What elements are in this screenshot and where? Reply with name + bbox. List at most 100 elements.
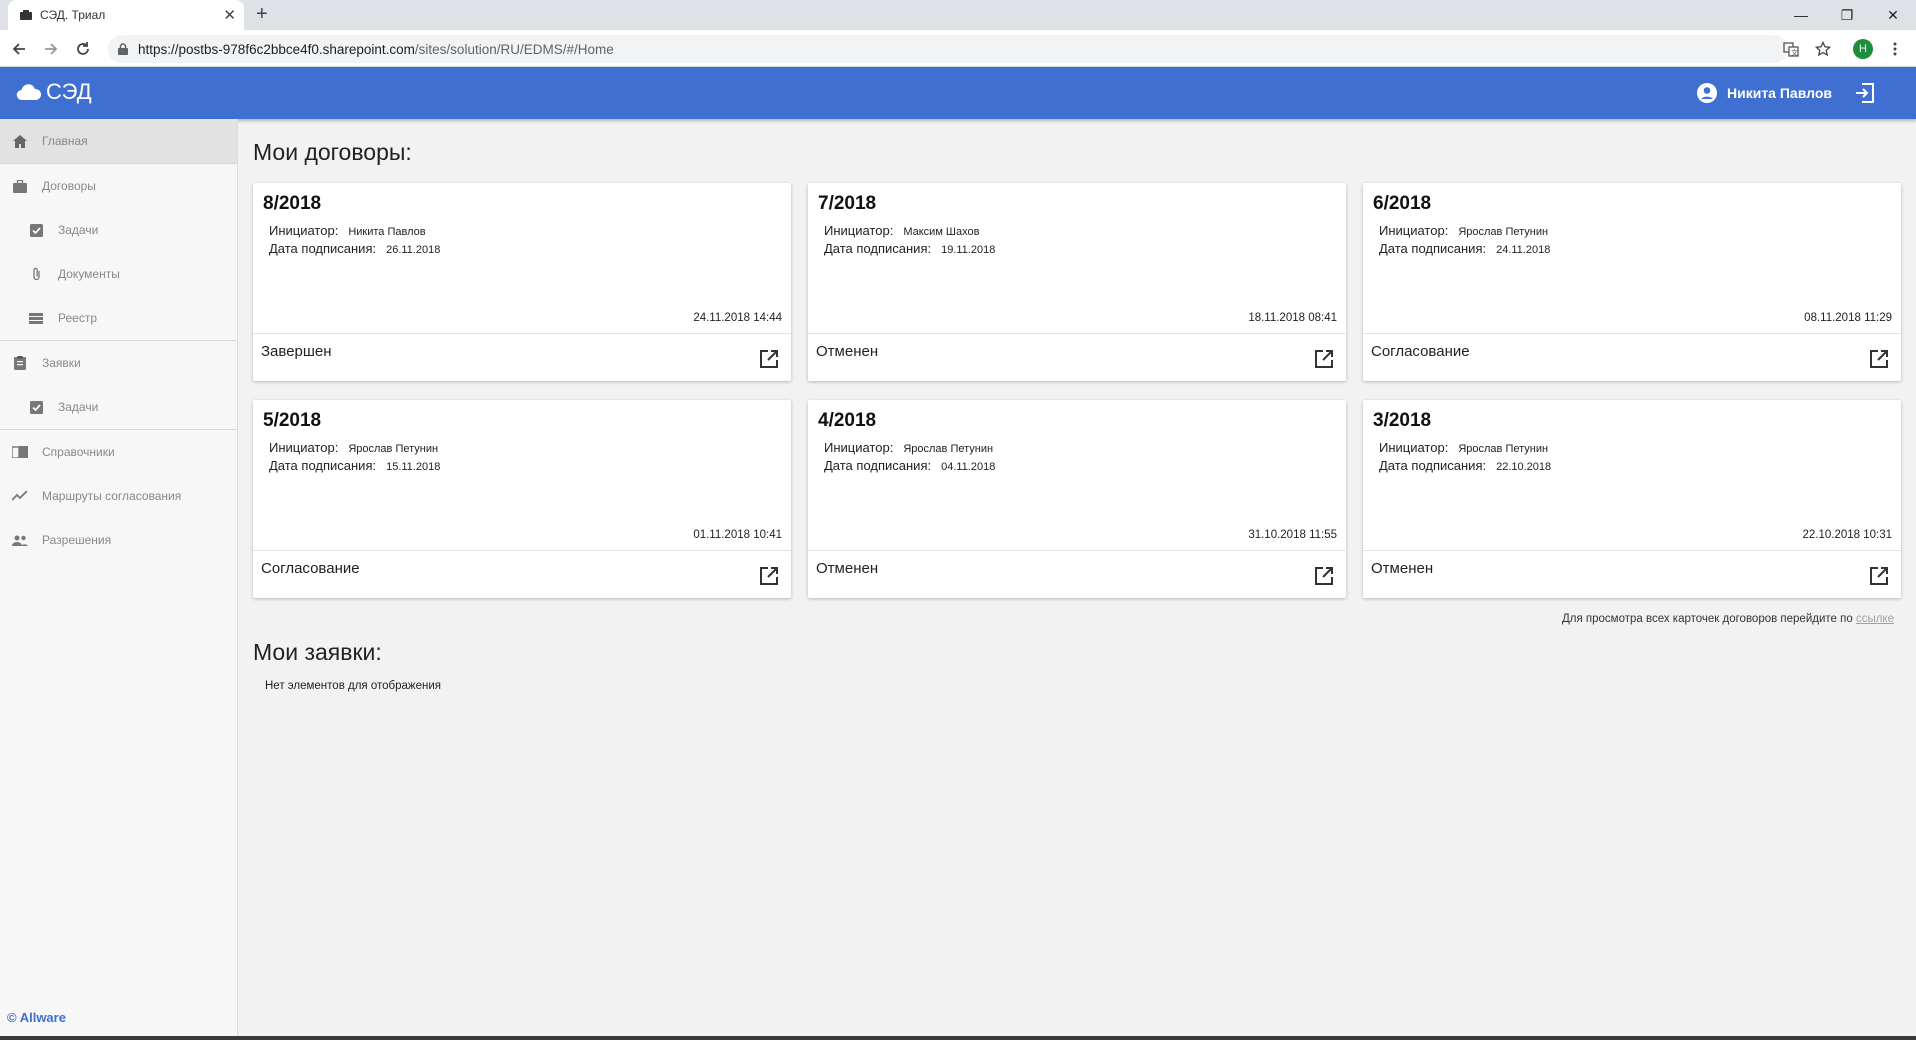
contract-number: 3/2018 <box>1373 410 1432 431</box>
briefcase-icon <box>12 178 28 194</box>
sidebar-item-contracts[interactable]: Договоры <box>0 164 237 208</box>
brand-name: СЭД <box>46 79 92 104</box>
forward-icon[interactable] <box>38 36 64 62</box>
sign-date-row: Дата подписания: 26.11.2018 <box>269 241 440 256</box>
checkbox-icon <box>28 399 44 415</box>
requests-heading: Мои заявки: <box>253 639 382 665</box>
initiator-label: Инициатор: <box>1379 223 1449 238</box>
user-menu[interactable]: Никита Павлов <box>1697 83 1832 103</box>
initiator-row: Инициатор: Ярослав Петунин <box>824 440 993 455</box>
sidebar-item-permissions[interactable]: Разрешения <box>0 518 237 562</box>
sidebar-item-request-tasks[interactable]: Задачи <box>0 385 237 429</box>
close-window-icon[interactable]: ✕ <box>1870 0 1916 30</box>
contract-card[interactable]: 5/2018 Инициатор: Ярослав Петунин Дата подп… <box>253 400 791 598</box>
close-tab-icon[interactable]: ✕ <box>223 6 236 24</box>
sign-date-value: 22.10.2018 <box>1496 461 1552 473</box>
sign-date-value: 15.11.2018 <box>386 461 441 473</box>
initiator-label: Инициатор: <box>269 440 339 455</box>
user-name: Никита Павлов <box>1727 85 1832 101</box>
initiator-row: Инициатор: Ярослав Петунин <box>1379 440 1548 455</box>
list-icon <box>28 310 44 326</box>
initiator-row: Инициатор: Ярослав Петунин <box>1379 223 1548 238</box>
sign-date-value: 19.11.2018 <box>941 244 996 256</box>
contract-status: Согласование <box>261 560 360 577</box>
contract-card[interactable]: 3/2018 Инициатор: Ярослав Петунин Дата подп… <box>1363 400 1901 598</box>
open-in-new-icon[interactable] <box>759 566 779 586</box>
open-in-new-icon[interactable] <box>1314 566 1334 586</box>
contract-status: Согласование <box>1371 343 1470 360</box>
open-in-new-icon[interactable] <box>1869 349 1889 369</box>
sign-date-label: Дата подписания: <box>269 458 377 473</box>
sidebar-item-documents[interactable]: Документы <box>0 252 237 296</box>
sidebar-item-approval-routes[interactable]: Маршруты согласования <box>0 474 237 518</box>
sign-date-value: 24.11.2018 <box>1496 244 1551 256</box>
contract-card[interactable]: 4/2018 Инициатор: Ярослав Петунин Дата подп… <box>808 400 1346 598</box>
sidebar-item-requests[interactable]: Заявки <box>0 341 237 385</box>
requests-empty-message: Нет элементов для отображения <box>265 680 441 692</box>
card-timestamp: 01.11.2018 10:41 <box>693 529 782 541</box>
browser-tab-bar: СЭД. Триал ✕ + — ❐ ✕ <box>0 0 1916 30</box>
sign-date-row: Дата подписания: 19.11.2018 <box>824 241 995 256</box>
contract-card[interactable]: 7/2018 Инициатор: Максим Шахов Дата подписа… <box>808 183 1346 381</box>
main-content: Мои договоры: 8/2018 Инициатор: Никита Пав… <box>239 119 1916 1040</box>
paperclip-icon <box>28 266 44 282</box>
contract-number: 8/2018 <box>263 193 322 214</box>
sidebar-item-contract-tasks[interactable]: Задачи <box>0 208 237 252</box>
back-icon[interactable] <box>6 36 32 62</box>
all-contracts-link[interactable]: ссылке <box>1856 613 1894 625</box>
contract-status: Отменен <box>1371 560 1434 577</box>
reload-icon[interactable] <box>70 36 96 62</box>
card-timestamp: 31.10.2018 11:55 <box>1248 529 1337 541</box>
account-circle-icon <box>1697 83 1717 103</box>
url-input[interactable]: https://postbs-978f6c2bbce4f0.sharepoint… <box>108 35 1788 63</box>
sidebar-item-registry[interactable]: Реестр <box>0 296 237 340</box>
contract-card[interactable]: 6/2018 Инициатор: Ярослав Петунин Дата подп… <box>1363 183 1901 381</box>
initiator-label: Инициатор: <box>1379 440 1449 455</box>
sign-date-label: Дата подписания: <box>269 241 377 256</box>
sign-date-value: 04.11.2018 <box>941 461 996 473</box>
minimize-window-icon[interactable]: — <box>1778 0 1824 30</box>
sign-date-row: Дата подписания: 22.10.2018 <box>1379 458 1551 473</box>
initiator-label: Инициатор: <box>824 223 894 238</box>
contract-status: Отменен <box>816 560 879 577</box>
svg-text:文: 文 <box>1791 48 1798 57</box>
translate-icon[interactable]: 文 <box>1778 36 1804 62</box>
initiator-row: Инициатор: Ярослав Петунин <box>269 440 438 455</box>
app-header: СЭД Никита Павлов <box>0 67 1916 119</box>
browser-address-bar: https://postbs-978f6c2bbce4f0.sharepoint… <box>0 30 1916 67</box>
profile-avatar[interactable]: Н <box>1850 36 1876 62</box>
initiator-value: Ярослав Петунин <box>1458 226 1549 238</box>
browser-menu-icon[interactable] <box>1882 36 1908 62</box>
sidebar-item-directories[interactable]: Справочники <box>0 430 237 474</box>
contract-status: Отменен <box>816 343 879 360</box>
contract-status: Завершен <box>261 343 332 360</box>
brand-logo[interactable]: СЭД <box>16 79 92 105</box>
bookmark-star-icon[interactable] <box>1810 36 1836 62</box>
new-tab-icon[interactable]: + <box>256 3 268 26</box>
sign-date-label: Дата подписания: <box>1379 458 1487 473</box>
initiator-value: Ярослав Петунин <box>348 443 439 455</box>
card-divider <box>253 333 791 334</box>
sidebar-item-home[interactable]: Главная <box>0 119 237 163</box>
browser-tab-title: СЭД. Триал <box>40 8 106 22</box>
people-icon <box>12 532 28 548</box>
card-divider <box>1363 333 1901 334</box>
open-in-new-icon[interactable] <box>759 349 779 369</box>
open-in-new-icon[interactable] <box>1869 566 1889 586</box>
logout-icon[interactable] <box>1854 82 1876 104</box>
initiator-value: Ярослав Петунин <box>1458 443 1549 455</box>
contract-number: 6/2018 <box>1373 193 1432 214</box>
sign-date-row: Дата подписания: 04.11.2018 <box>824 458 995 473</box>
initiator-value: Никита Павлов <box>348 226 426 238</box>
open-in-new-icon[interactable] <box>1314 349 1334 369</box>
initiator-label: Инициатор: <box>269 223 339 238</box>
browser-tab[interactable]: СЭД. Триал ✕ <box>8 0 244 30</box>
initiator-value: Ярослав Петунин <box>903 443 994 455</box>
initiator-row: Инициатор: Максим Шахов <box>824 223 979 238</box>
card-divider <box>253 550 791 551</box>
initiator-label: Инициатор: <box>824 440 894 455</box>
taskbar-edge <box>0 1036 1916 1040</box>
restore-window-icon[interactable]: ❐ <box>1824 0 1870 30</box>
contract-card[interactable]: 8/2018 Инициатор: Никита Павлов Дата подпис… <box>253 183 791 381</box>
card-timestamp: 22.10.2018 10:31 <box>1802 529 1892 541</box>
